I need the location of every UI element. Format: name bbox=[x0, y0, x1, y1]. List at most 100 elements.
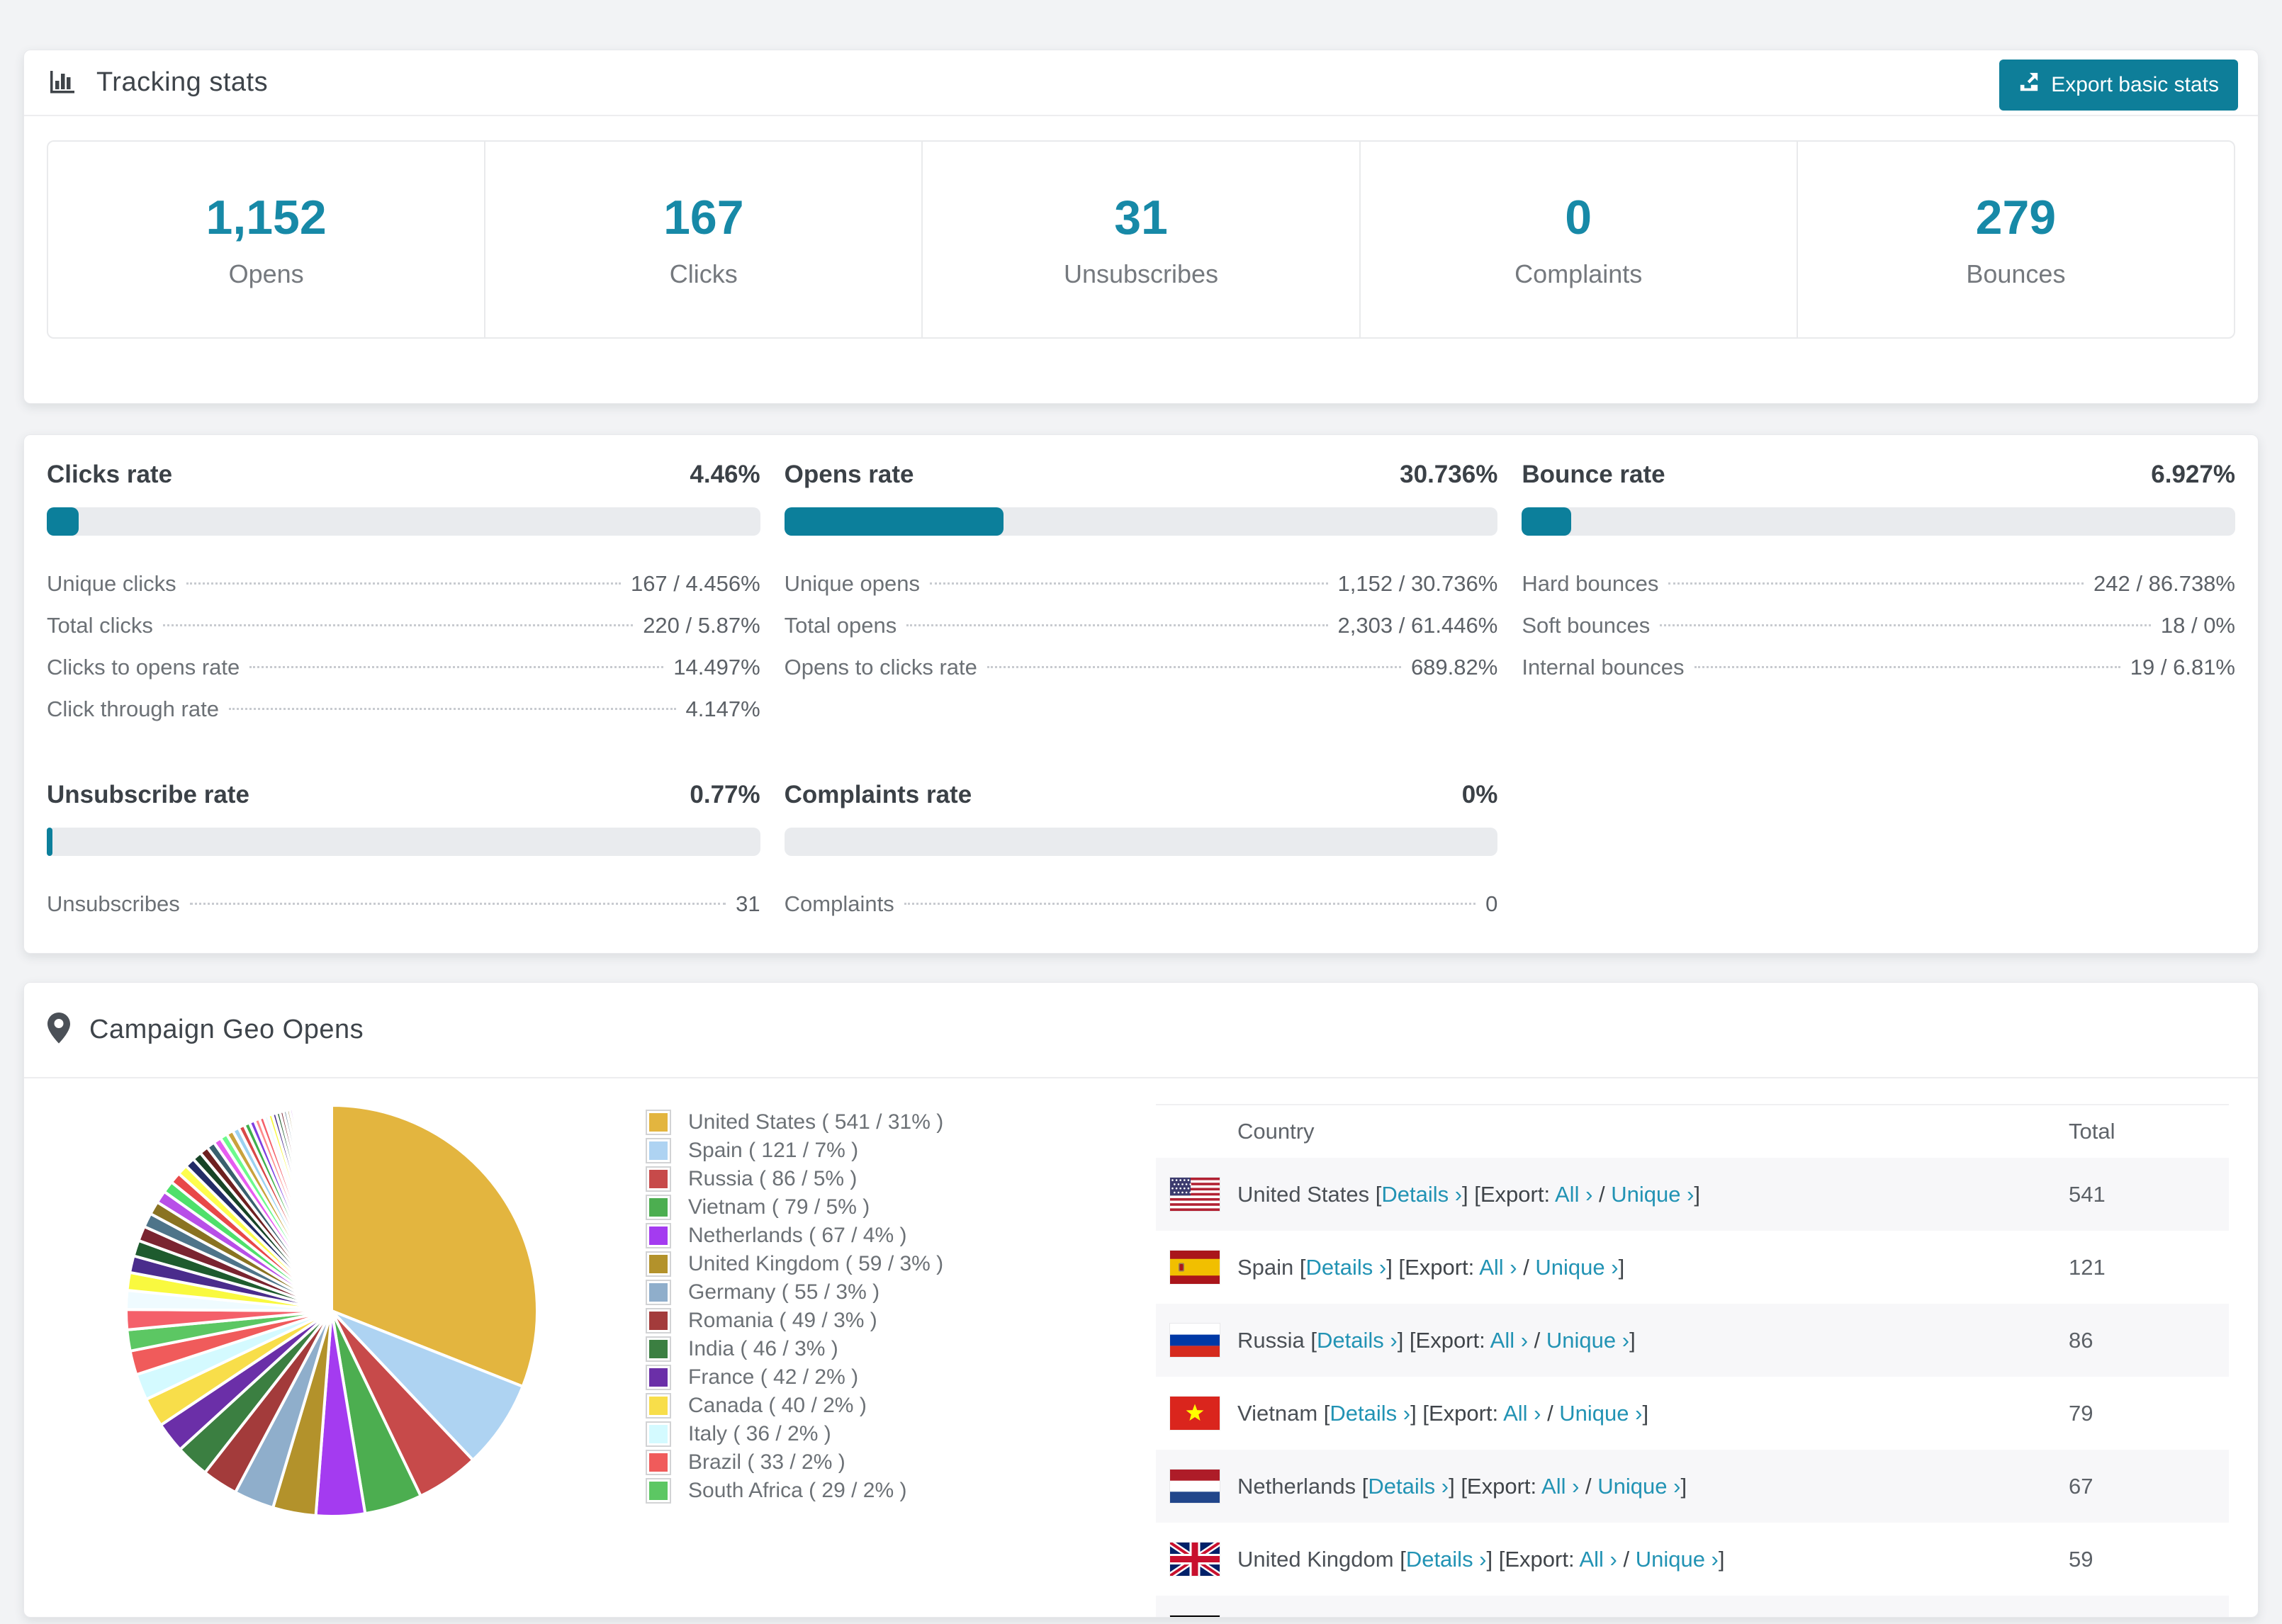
legend-item[interactable]: Russia ( 86 / 5% ) bbox=[646, 1165, 1071, 1193]
pie-slice-other[interactable] bbox=[330, 1103, 333, 1312]
total-value: 86 bbox=[2069, 1327, 2093, 1353]
dotted-leader bbox=[249, 666, 664, 668]
details-link[interactable]: Details › bbox=[1381, 1182, 1462, 1207]
legend-label: Netherlands ( 67 / 4% ) bbox=[688, 1224, 907, 1247]
rate-bounce-rate: Bounce rate 6.927% Hard bounces 242 / 86.73… bbox=[1522, 461, 2235, 730]
legend-swatch bbox=[646, 1251, 671, 1277]
stat-value: 1,152 bbox=[206, 191, 327, 244]
table-row-es: Spain [Details ›] [Export: All › / Uniqu… bbox=[1156, 1231, 2229, 1304]
export-all-link[interactable]: All › bbox=[1579, 1547, 1617, 1572]
rate-row-value: 242 / 86.738% bbox=[2093, 571, 2235, 596]
legend-item[interactable]: Romania ( 49 / 3% ) bbox=[646, 1307, 1071, 1335]
stat-box-opens: 1,152 Opens bbox=[48, 142, 486, 337]
legend-item[interactable]: Vietnam ( 79 / 5% ) bbox=[646, 1193, 1071, 1222]
stat-label: Bounces bbox=[1966, 259, 2066, 288]
legend-item[interactable]: Spain ( 121 / 7% ) bbox=[646, 1137, 1071, 1165]
flag-icon-es bbox=[1170, 1251, 1220, 1284]
legend-label: United Kingdom ( 59 / 3% ) bbox=[688, 1252, 944, 1275]
rate-value: 30.736% bbox=[1400, 461, 1498, 488]
export-unique-link[interactable]: Unique › bbox=[1636, 1547, 1719, 1572]
legend-label: Russia ( 86 / 5% ) bbox=[688, 1167, 858, 1190]
export-all-link[interactable]: All › bbox=[1541, 1474, 1579, 1499]
campaign-geo-opens-card: Campaign Geo Opens United States ( 541 /… bbox=[23, 982, 2259, 1618]
legend-swatch bbox=[646, 1478, 671, 1504]
rate-detail-row: Unique opens 1,152 / 30.736% bbox=[785, 563, 1498, 604]
geo-pie-chart bbox=[119, 1098, 544, 1527]
progress-bar bbox=[784, 828, 1498, 856]
legend-item[interactable]: United States ( 541 / 31% ) bbox=[646, 1108, 1071, 1137]
bar-chart-icon bbox=[47, 65, 78, 100]
table-row-de: Germany [Details ›] [Export: All › / Uni… bbox=[1156, 1596, 2229, 1617]
country-name: Netherlands bbox=[1237, 1473, 1356, 1499]
details-link[interactable]: Details › bbox=[1330, 1401, 1410, 1426]
stat-label: Complaints bbox=[1514, 259, 1643, 288]
export-unique-link[interactable]: Unique › bbox=[1546, 1328, 1629, 1353]
details-link[interactable]: Details › bbox=[1406, 1547, 1487, 1572]
export-all-link[interactable]: All › bbox=[1503, 1401, 1541, 1426]
legend-swatch bbox=[646, 1308, 671, 1333]
rate-title: Unsubscribe rate bbox=[47, 781, 249, 808]
stat-box-complaints: 0 Complaints bbox=[1361, 142, 1798, 337]
export-all-link[interactable]: All › bbox=[1479, 1255, 1517, 1280]
legend-item[interactable]: India ( 46 / 3% ) bbox=[646, 1335, 1071, 1363]
total-value: 541 bbox=[2069, 1181, 2106, 1207]
export-all-link[interactable]: All › bbox=[1555, 1182, 1592, 1207]
country-cell: United Kingdom [Details ›] [Export: All … bbox=[1237, 1546, 1725, 1572]
rate-detail-row: Soft bounces 18 / 0% bbox=[1522, 604, 2235, 646]
stat-box-bounces: 279 Bounces bbox=[1798, 142, 2234, 337]
country-cell: Russia [Details ›] [Export: All › / Uniq… bbox=[1237, 1327, 1636, 1353]
export-unique-link[interactable]: Unique › bbox=[1535, 1255, 1618, 1280]
legend-label: South Africa ( 29 / 2% ) bbox=[688, 1479, 907, 1502]
dotted-leader bbox=[1660, 624, 2151, 626]
legend-item[interactable]: Italy ( 36 / 2% ) bbox=[646, 1420, 1071, 1448]
rate-row-value: 4.147% bbox=[685, 697, 760, 721]
tracking-stats-card: Tracking stats Export basic stats 1,152 O… bbox=[23, 50, 2259, 404]
geo-table: Country Total United States [Details ›] … bbox=[1156, 1104, 2229, 1617]
progress-bar-fill bbox=[1522, 507, 1572, 536]
table-row-nl: Netherlands [Details ›] [Export: All › /… bbox=[1156, 1450, 2229, 1523]
country-cell: Netherlands [Details ›] [Export: All › /… bbox=[1237, 1473, 1687, 1499]
legend-item[interactable]: Netherlands ( 67 / 4% ) bbox=[646, 1222, 1071, 1250]
legend-swatch bbox=[646, 1195, 671, 1220]
export-all-link[interactable]: All › bbox=[1490, 1328, 1528, 1353]
legend-item[interactable]: France ( 42 / 2% ) bbox=[646, 1363, 1071, 1392]
rate-row-value: 689.82% bbox=[1410, 655, 1498, 680]
rate-opens-rate: Opens rate 30.736% Unique opens 1,152 / 30.… bbox=[784, 461, 1498, 730]
export-unique-link[interactable]: Unique › bbox=[1559, 1401, 1642, 1426]
legend-item[interactable]: Brazil ( 33 / 2% ) bbox=[646, 1448, 1071, 1477]
export-unique-link[interactable]: Unique › bbox=[1611, 1182, 1694, 1207]
stat-label: Clicks bbox=[669, 259, 738, 288]
export-unique-link[interactable]: Unique › bbox=[1597, 1474, 1680, 1499]
country-name: United Kingdom bbox=[1237, 1546, 1394, 1572]
rate-title: Opens rate bbox=[784, 461, 914, 488]
legend-item[interactable]: United Kingdom ( 59 / 3% ) bbox=[646, 1250, 1071, 1278]
total-value: 59 bbox=[2069, 1546, 2093, 1572]
column-header-country: Country bbox=[1237, 1119, 1315, 1144]
legend-item[interactable]: Germany ( 55 / 3% ) bbox=[646, 1278, 1071, 1307]
details-link[interactable]: Details › bbox=[1317, 1328, 1398, 1353]
rate-row-value: 18 / 0% bbox=[2160, 613, 2235, 638]
legend-item[interactable]: Canada ( 40 / 2% ) bbox=[646, 1392, 1071, 1420]
progress-bar bbox=[47, 828, 760, 856]
rates-card: Clicks rate 4.46% Unique clicks 167 / 4.456… bbox=[23, 434, 2259, 954]
geo-legend: United States ( 541 / 31% ) Spain ( 121 /… bbox=[646, 1108, 1071, 1505]
legend-item[interactable]: South Africa ( 29 / 2% ) bbox=[646, 1477, 1071, 1505]
table-row-vn: Vietnam [Details ›] [Export: All › / Uni… bbox=[1156, 1377, 2229, 1450]
stat-label: Unsubscribes bbox=[1063, 259, 1219, 288]
progress-bar-fill bbox=[784, 507, 1004, 536]
export-basic-stats-button[interactable]: Export basic stats bbox=[1999, 60, 2238, 111]
progress-bar bbox=[47, 507, 760, 536]
dotted-leader bbox=[186, 582, 621, 585]
dotted-leader bbox=[1668, 582, 2084, 585]
table-row-gb: United Kingdom [Details ›] [Export: All … bbox=[1156, 1523, 2229, 1596]
details-link[interactable]: Details › bbox=[1306, 1255, 1387, 1280]
rate-detail-row: Complaints 0 bbox=[785, 883, 1498, 925]
rate-value: 4.46% bbox=[690, 461, 760, 488]
country-name: Russia bbox=[1237, 1327, 1305, 1353]
legend-label: Germany ( 55 / 3% ) bbox=[688, 1280, 880, 1304]
details-link[interactable]: Details › bbox=[1368, 1474, 1449, 1499]
legend-swatch bbox=[646, 1166, 671, 1192]
rate-detail-row: Unique clicks 167 / 4.456% bbox=[47, 563, 760, 604]
flag-icon-nl bbox=[1170, 1470, 1220, 1503]
stats-summary-row: 1,152 Opens 167 Clicks 31 Unsubscribes 0 Compla… bbox=[47, 140, 2235, 339]
